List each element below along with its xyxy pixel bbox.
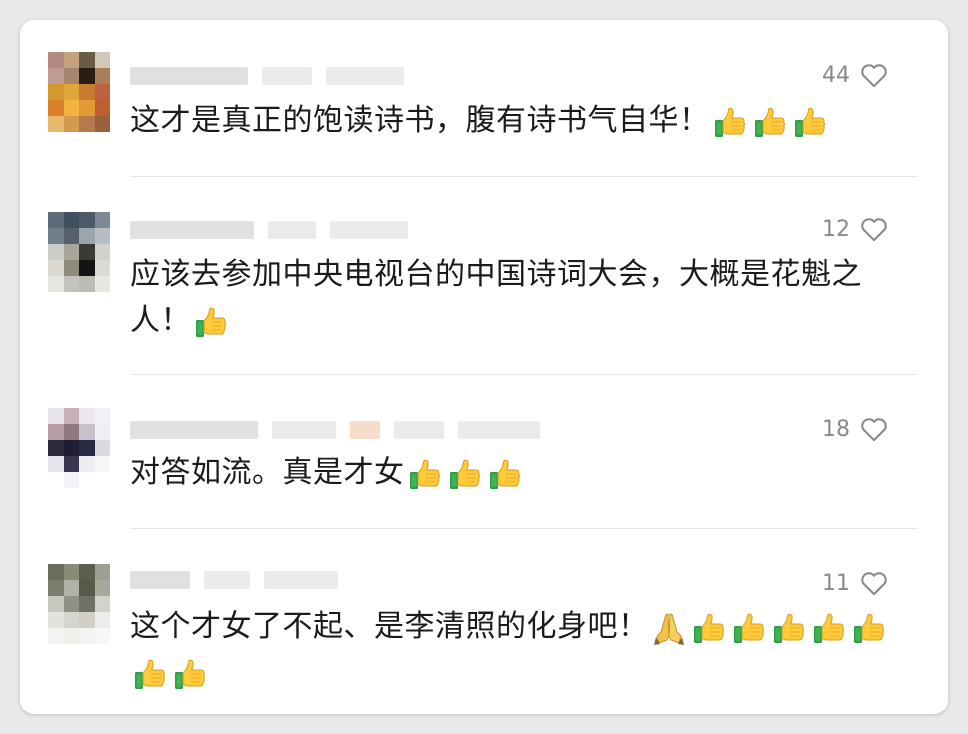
comment-text: 这个才女了不起、是李清照的化身吧！ <box>130 604 890 696</box>
comment-text-content: 对答如流。真是才女 <box>130 455 405 490</box>
thumbs-up-icon <box>792 104 828 140</box>
avatar[interactable] <box>48 564 110 644</box>
like-count: 44 <box>822 62 850 88</box>
thumbs-up-icon <box>487 456 523 492</box>
username-blurred[interactable] <box>130 568 338 592</box>
avatar[interactable] <box>48 212 110 292</box>
divider <box>130 176 918 177</box>
comment-text: 对答如流。真是才女 <box>130 450 890 496</box>
thumbs-up-icon <box>731 610 767 646</box>
folded-hands-icon <box>651 610 687 646</box>
thumbs-up-icon <box>193 304 229 340</box>
thumbs-up-icon <box>712 104 748 140</box>
comment-text-content: 这才是真正的饱读诗书，腹有诗书气自华！ <box>130 103 710 138</box>
like-count: 11 <box>822 570 850 596</box>
username-blurred[interactable] <box>130 218 408 242</box>
comments-card: 44 这才是真正的饱读诗书，腹有诗书气自华！ 12 应该去参加中央电视台的中国诗… <box>20 20 948 714</box>
avatar[interactable] <box>48 408 110 488</box>
thumbs-up-icon <box>132 656 168 692</box>
thumbs-up-icon <box>172 656 208 692</box>
thumbs-up-icon <box>691 610 727 646</box>
like-counter[interactable]: 12 <box>822 216 888 242</box>
thumbs-up-icon <box>447 456 483 492</box>
thumbs-up-icon <box>771 610 807 646</box>
like-counter[interactable]: 11 <box>822 570 888 596</box>
heart-icon[interactable] <box>860 62 888 88</box>
username-blurred[interactable] <box>130 418 540 442</box>
avatar[interactable] <box>48 52 110 132</box>
comment-text: 这才是真正的饱读诗书，腹有诗书气自华！ <box>130 98 890 144</box>
heart-icon[interactable] <box>860 416 888 442</box>
like-count: 18 <box>822 416 850 442</box>
heart-icon[interactable] <box>860 216 888 242</box>
heart-icon[interactable] <box>860 570 888 596</box>
username-blurred[interactable] <box>130 64 404 88</box>
divider <box>130 528 918 529</box>
like-count: 12 <box>822 216 850 242</box>
like-counter[interactable]: 18 <box>822 416 888 442</box>
thumbs-up-icon <box>851 610 887 646</box>
comment-text-content: 这个才女了不起、是李清照的化身吧！ <box>130 609 649 644</box>
thumbs-up-icon <box>752 104 788 140</box>
thumbs-up-icon <box>407 456 443 492</box>
comment-text-content: 应该去参加中央电视台的中国诗词大会，大概是花魁之人！ <box>130 257 862 338</box>
like-counter[interactable]: 44 <box>822 62 888 88</box>
comment-text: 应该去参加中央电视台的中国诗词大会，大概是花魁之人！ <box>130 252 890 344</box>
divider <box>130 374 918 375</box>
thumbs-up-icon <box>811 610 847 646</box>
